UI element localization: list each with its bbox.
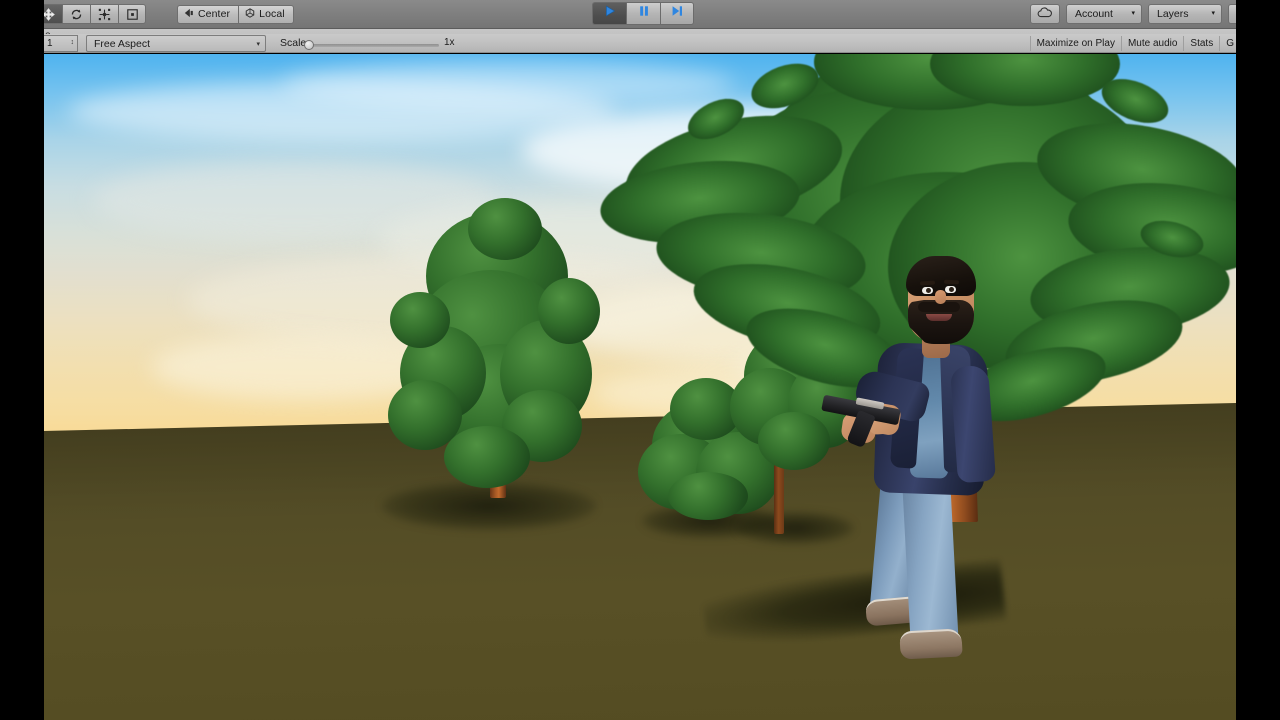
pivot-center-icon [184, 8, 194, 21]
rotate-tool-button[interactable] [62, 4, 90, 24]
layout-dropdown[interactable]: Layout ▾ [1228, 4, 1236, 24]
player-character [821, 226, 1010, 686]
chevron-down-icon: ▾ [1131, 9, 1135, 17]
stats-toggle[interactable]: Stats [1183, 36, 1219, 51]
layers-label: Layers [1157, 8, 1189, 20]
mute-audio-toggle[interactable]: Mute audio [1120, 36, 1183, 51]
rotate-icon [70, 8, 83, 21]
play-button[interactable] [592, 2, 626, 25]
move-arrows-icon [44, 7, 55, 21]
scale-tool-button[interactable] [90, 4, 118, 24]
scale-slider-track [307, 44, 439, 47]
chevron-down-icon: ▾ [1211, 9, 1215, 17]
handle-mode-button[interactable]: Local [238, 4, 294, 24]
layers-dropdown[interactable]: Layers ▾ [1148, 4, 1222, 24]
scale-value: 1x [444, 37, 455, 48]
chevron-down-icon: ▾ [256, 40, 260, 48]
character-nose [935, 290, 946, 304]
stepper-icon: ↕ [70, 39, 75, 47]
scale-label: Scale [280, 37, 307, 49]
unity-editor-window: Center Local Account ▾ Layers ▾ 1 ↕ Free… [44, 0, 1236, 720]
display-value: 1 [47, 38, 53, 49]
pivot-mode-label: Center [198, 8, 231, 20]
character-front-shoe [899, 628, 963, 660]
character-mouth [926, 314, 952, 321]
account-dropdown[interactable]: Account ▾ [1066, 4, 1142, 24]
game-view-render-area[interactable] [44, 54, 1236, 720]
rect-transform-icon [126, 8, 139, 21]
character-eye-right-pupil [949, 287, 954, 292]
transform-tools-group [44, 4, 146, 24]
pivot-handle-group: Center Local [177, 4, 294, 24]
step-forward-icon [670, 4, 684, 23]
character-brow-right [943, 279, 960, 285]
game-view-toggles: Maximize on Play Mute audio Stats G [1029, 36, 1236, 51]
main-toolbar: Center Local Account ▾ Layers ▾ [44, 0, 1236, 29]
rect-transform-tool-button[interactable] [118, 4, 146, 24]
play-controls-group [592, 2, 694, 25]
display-dropdown[interactable]: 1 ↕ [44, 35, 78, 52]
letterbox-left [0, 0, 44, 720]
scale-icon [98, 8, 111, 21]
handle-local-icon [245, 7, 255, 21]
move-tool-button[interactable] [44, 4, 62, 24]
character-eye-left-pupil [926, 288, 931, 293]
unity-cloud-button[interactable] [1030, 4, 1060, 24]
tree-shadow [382, 482, 596, 530]
scale-slider[interactable] [304, 40, 439, 50]
handle-mode-label: Local [259, 8, 285, 20]
pause-button[interactable] [626, 2, 660, 25]
scene-3d [44, 54, 1236, 720]
gizmos-dropdown[interactable]: G [1219, 36, 1236, 51]
pause-bars-icon [637, 4, 651, 23]
game-view-toolbar: 1 ↕ Free Aspect ▾ Scale 1x Maximize on P… [44, 34, 1236, 53]
broadleaf-tree-left [382, 198, 612, 534]
aspect-ratio-value: Free Aspect [94, 37, 151, 50]
account-label: Account [1075, 8, 1113, 20]
step-button[interactable] [660, 2, 694, 25]
play-triangle-icon [603, 4, 617, 23]
aspect-ratio-dropdown[interactable]: Free Aspect ▾ [86, 35, 266, 52]
pivot-mode-button[interactable]: Center [177, 4, 239, 24]
character-arm-left [950, 364, 996, 484]
scale-slider-handle[interactable] [304, 40, 314, 50]
maximize-on-play-toggle[interactable]: Maximize on Play [1029, 36, 1121, 51]
toolbar-right-group: Account ▾ Layers ▾ Layout ▾ [1030, 4, 1236, 24]
unity-cloud-icon [1037, 5, 1053, 23]
letterbox-right [1236, 0, 1280, 720]
screen: Center Local Account ▾ Layers ▾ 1 ↕ Free… [0, 0, 1280, 720]
